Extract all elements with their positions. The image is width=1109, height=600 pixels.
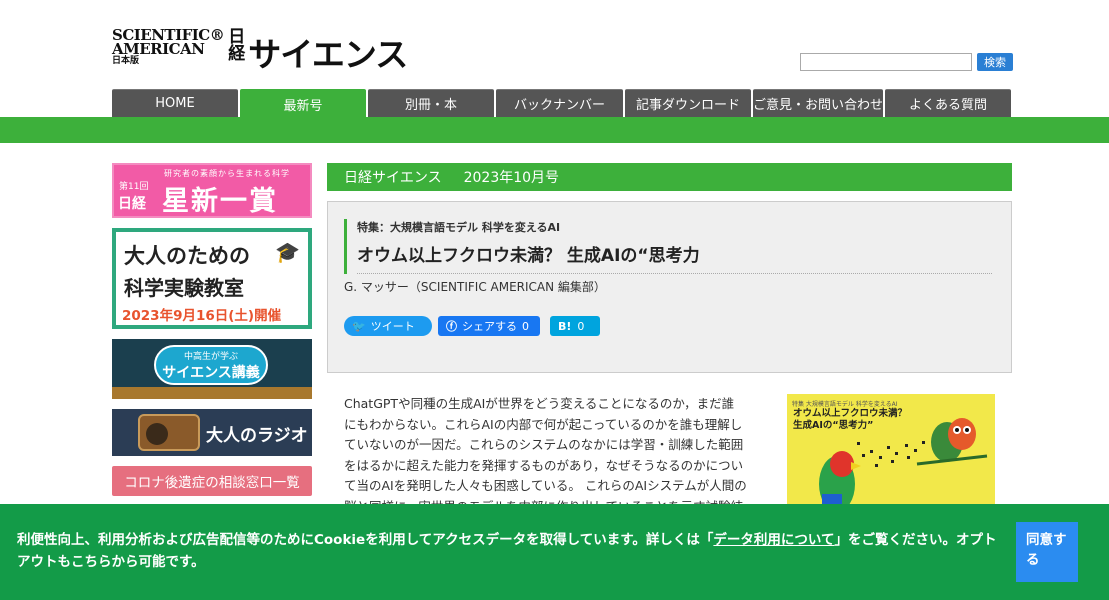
issue-bar: 日経サイエンス 2023年10月号: [327, 163, 1012, 191]
nav-tab-faq[interactable]: よくある質問: [885, 89, 1011, 117]
banner3-main: サイエンス講義: [162, 365, 260, 381]
radio-icon: [138, 414, 200, 451]
science-lab-class-banner[interactable]: 大人のための 🎓 科学実験教室 2023年9月16日(土)開催: [112, 228, 312, 329]
banner3-small: 中高生が学ぶ: [183, 352, 238, 362]
article-header-box: 特集：大規模言語モデル 科学を変えるAI オウム以上フクロウ未満？ 生成AIの“…: [327, 201, 1012, 373]
banner1-no: 第11回: [119, 182, 149, 192]
adult-radio-banner[interactable]: 大人のラジオ: [112, 409, 312, 456]
banner3-floor: [112, 387, 312, 399]
search-input[interactable]: [800, 53, 972, 71]
banner1-title: 星新一賞: [162, 186, 278, 217]
search-button[interactable]: 検索: [977, 53, 1013, 71]
logo-nikkei: 日経: [228, 27, 246, 64]
body-line: をはるかに超えた能力を発揮するものがあり，なぜそうなるのかについ: [344, 457, 744, 473]
site-header: SCIENTIFIC® AMERICAN 日本版 日経 サイエンス 検索: [0, 0, 1109, 90]
banner1-sub: 研究者の素顔から生まれる科学: [164, 169, 290, 178]
share-count: 0: [522, 319, 529, 333]
banner2-line2: 科学実験教室: [124, 276, 244, 300]
tweet-label: ツイート: [370, 320, 415, 333]
cookie-message: 利便性向上、利用分析および広告配信等のためにCookieを利用してアクセスデータ…: [17, 529, 1002, 573]
banner2-date: 2023年9月16日(土)開催: [122, 308, 282, 324]
issue-date: 2023年10月号: [463, 170, 560, 186]
site-logo[interactable]: SCIENTIFIC® AMERICAN 日本版 日経 サイエンス: [112, 27, 408, 76]
logo-sa-line2: AMERICAN: [112, 40, 205, 58]
banner2-line1: 大人のための: [124, 244, 250, 268]
hoshi-shinichi-award-banner[interactable]: 研究者の素顔から生まれる科学 第11回 日経 星新一賞: [112, 163, 312, 218]
data-usage-link[interactable]: データ利用について: [713, 532, 834, 548]
article-title: オウム以上フクロウ未満？ 生成AIの“思考力: [357, 241, 992, 274]
hatena-bookmark-button[interactable]: B! 0: [550, 316, 600, 336]
search-form: 検索: [800, 53, 1013, 71]
facebook-icon: ⓕ: [446, 320, 457, 333]
nav-tab-latest-issue[interactable]: 最新号: [240, 89, 366, 118]
article-cover-image[interactable]: 特集 大規模言語モデル 科学を変えるAI オウム以上フクロウ未満？ 生成AIの“…: [787, 394, 995, 514]
cookie-banner: 利便性向上、利用分析および広告配信等のためにCookieを利用してアクセスデータ…: [0, 504, 1109, 600]
tweet-button[interactable]: 🐦 ツイート: [344, 316, 432, 336]
feature-label: 特集：大規模言語モデル 科学を変えるAI: [357, 221, 561, 234]
article-author: G. マッサー（SCIENTIFIC AMERICAN 編集部）: [344, 280, 606, 294]
facebook-share-button[interactable]: ⓕ シェアする 0: [438, 316, 540, 336]
banner1-nikkei: 日経: [118, 196, 146, 212]
nav-green-bar: [0, 117, 1109, 143]
logo-science: サイエンス: [248, 35, 408, 74]
feature-heading: 特集：大規模言語モデル 科学を変えるAI オウム以上フクロウ未満？ 生成AIの“…: [344, 219, 992, 274]
covid-consultation-banner[interactable]: コロナ後遺症の相談窓口一覧: [112, 466, 312, 496]
nav-tab-contact[interactable]: ご意見・お問い合わせ: [753, 89, 883, 117]
body-line: ChatGPTや同種の生成AIが世界をどう変えることになるのか，まだ誰: [344, 396, 735, 411]
share-label: シェアする: [462, 320, 517, 333]
body-line: て当のAIを発明した人々も困惑している。 これらのAIシステムが人間の: [344, 478, 747, 493]
banner4-title: 大人のラジオ: [206, 426, 308, 446]
article-body: ChatGPTや同種の生成AIが世界をどう変えることになるのか，まだ誰 にもわか…: [344, 394, 767, 517]
nav-tab-article-download[interactable]: 記事ダウンロード: [625, 89, 751, 117]
banner3-badge: 中高生が学ぶ サイエンス講義: [154, 345, 268, 385]
nav-tab-home[interactable]: HOME: [112, 89, 238, 117]
nav-tab-books[interactable]: 別冊・本: [368, 89, 494, 117]
scientific-american-logo: SCIENTIFIC® AMERICAN 日本版: [112, 28, 225, 67]
issue-name: 日経サイエンス: [344, 170, 442, 186]
main-content: 日経サイエンス 2023年10月号 特集：大規模言語モデル 科学を変えるAI オ…: [327, 163, 1012, 514]
graduation-cap-icon: 🎓: [275, 240, 300, 264]
hatena-label: B!: [558, 319, 572, 333]
parrot-owl-illustration: [819, 418, 988, 512]
science-lecture-banner[interactable]: 中高生が学ぶ サイエンス講義: [112, 339, 312, 399]
hatena-count: 0: [577, 319, 585, 333]
cookie-agree-button[interactable]: 同意する: [1016, 522, 1078, 582]
sidebar: 研究者の素顔から生まれる科学 第11回 日経 星新一賞 大人のための 🎓 科学実…: [112, 163, 312, 506]
twitter-icon: 🐦: [352, 319, 366, 333]
cookie-text-before: 利便性向上、利用分析および広告配信等のためにCookieを利用してアクセスデータ…: [17, 532, 714, 548]
nav-tab-back-numbers[interactable]: バックナンバー: [496, 89, 623, 117]
main-nav: HOME 最新号 別冊・本 バックナンバー 記事ダウンロード ご意見・お問い合わ…: [112, 89, 1011, 118]
body-line: にもわからない。これらAIの内部で何が起こっているのかを誰も理解し: [344, 416, 743, 432]
body-line: ていないのが一因だ。これらのシステムのなかには学習・訓練した範囲: [344, 437, 744, 452]
social-buttons: 🐦 ツイート ⓕ シェアする 0 B! 0: [344, 316, 606, 336]
